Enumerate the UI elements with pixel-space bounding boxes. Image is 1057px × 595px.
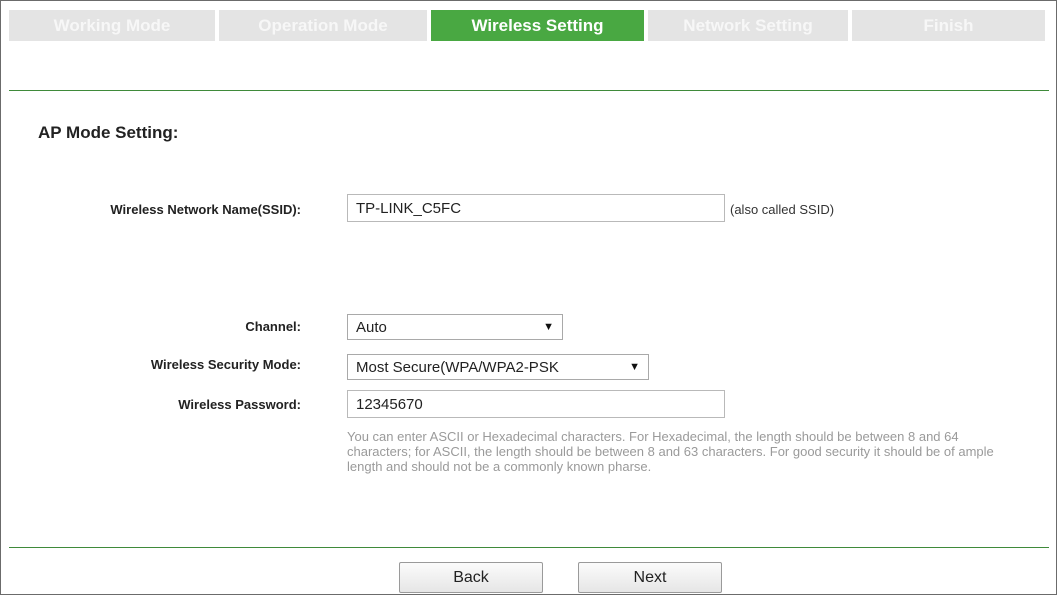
password-help-text: You can enter ASCII or Hexadecimal chara… — [347, 429, 994, 474]
step-tabs: Working Mode Operation Mode Wireless Set… — [9, 10, 1049, 41]
security-mode-label: Wireless Security Mode: — [150, 357, 301, 372]
channel-selected-value: Auto — [356, 318, 387, 336]
chevron-down-icon: ▼ — [543, 321, 554, 333]
security-mode-selected-value: Most Secure(WPA/WPA2-PSK — [356, 358, 559, 376]
security-mode-select[interactable]: Most Secure(WPA/WPA2-PSK ▼ — [347, 354, 649, 380]
password-label: Wireless Password: — [178, 397, 301, 412]
next-button[interactable]: Next — [578, 562, 722, 593]
ssid-label: Wireless Network Name(SSID): — [110, 202, 301, 217]
divider-top — [9, 90, 1049, 91]
chevron-down-icon: ▼ — [629, 361, 640, 373]
back-button[interactable]: Back — [399, 562, 543, 593]
wizard-frame: Working Mode Operation Mode Wireless Set… — [0, 0, 1057, 595]
step-operation-mode: Operation Mode — [219, 10, 427, 41]
step-working-mode: Working Mode — [9, 10, 215, 41]
step-wireless-setting: Wireless Setting — [431, 10, 644, 41]
step-finish: Finish — [852, 10, 1045, 41]
ssid-hint: (also called SSID) — [730, 202, 835, 217]
section-title: AP Mode Setting: — [38, 123, 179, 142]
ssid-input[interactable] — [347, 194, 725, 222]
divider-bottom — [9, 547, 1049, 548]
channel-label: Channel: — [245, 319, 301, 334]
step-network-setting: Network Setting — [648, 10, 848, 41]
header-band — [1, 41, 1056, 91]
password-input[interactable] — [347, 390, 725, 418]
channel-select[interactable]: Auto ▼ — [347, 314, 563, 340]
